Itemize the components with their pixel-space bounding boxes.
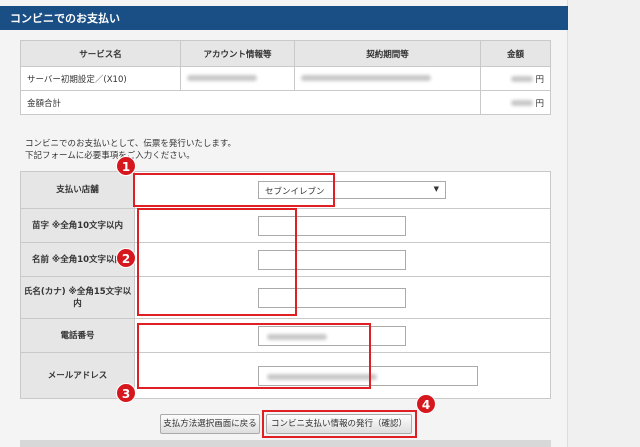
total-row: 金額合計 円 (20, 90, 551, 115)
phone-label: 電話番号 (20, 318, 135, 353)
highlight-names (137, 208, 297, 316)
highlight-store (133, 173, 335, 207)
yen-unit: 円 (535, 74, 544, 85)
total-label: 金額合計 (20, 90, 481, 115)
col-period: 契約期間等 (294, 40, 481, 67)
table-row: サーバー初期設定／(X10) 円 (20, 66, 551, 91)
step-badge-2: 2 (116, 248, 136, 268)
col-account: アカウント情報等 (180, 40, 295, 67)
instruction-line: コンビニでのお支払いとして、伝票を発行いたします。 (25, 139, 236, 149)
store-label: 支払い店舗 (20, 171, 135, 209)
col-amount: 金額 (480, 40, 551, 67)
chevron-down-icon: ▼ (433, 185, 439, 193)
total-amount-cell: 円 (480, 90, 551, 115)
step-badge-4: 4 (416, 394, 436, 414)
account-cell (180, 66, 295, 91)
page-title: コンビニでのお支払い (0, 6, 568, 30)
yen-unit: 円 (535, 98, 544, 109)
step-badge-1: 1 (116, 156, 136, 176)
step-badge-3: 3 (116, 383, 136, 403)
period-cell (294, 66, 481, 91)
redacted-period (301, 75, 431, 81)
order-summary-table: サービス名 アカウント情報等 契約期間等 金額 サーバー初期設定／(X10) 円… (20, 40, 551, 115)
highlight-confirm (262, 410, 417, 438)
service-name-cell: サーバー初期設定／(X10) (20, 66, 181, 91)
surname-label: 苗字 ※全角10文字以内 (20, 208, 135, 243)
col-service: サービス名 (20, 40, 181, 67)
footer-bar (20, 440, 551, 447)
redacted-total (510, 100, 533, 106)
redacted-account (187, 75, 257, 81)
back-button[interactable]: 支払方法選択画面に戻る (160, 414, 260, 434)
redacted-amount (510, 76, 533, 82)
kana-label: 氏名(カナ) ※全角15文字以内 (20, 276, 135, 319)
amount-cell: 円 (480, 66, 551, 91)
table-header-row: サービス名 アカウント情報等 契約期間等 金額 (20, 40, 551, 67)
highlight-contact (137, 323, 371, 389)
